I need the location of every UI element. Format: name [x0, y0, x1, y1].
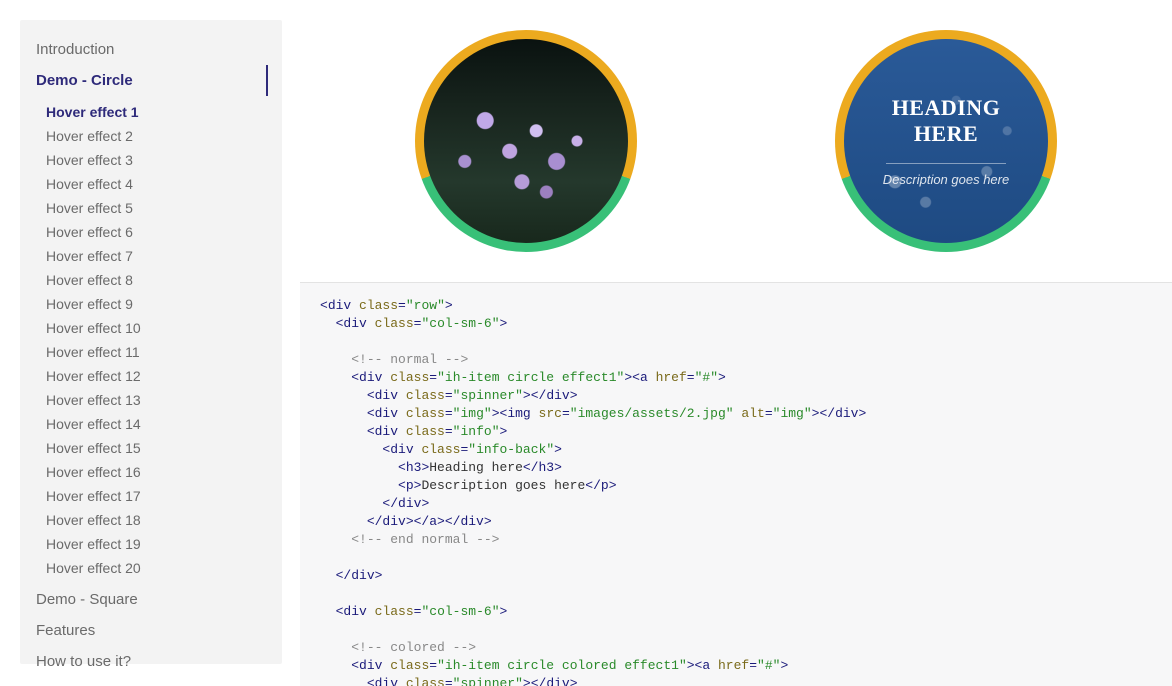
nav-hover-effect-13[interactable]: Hover effect 13 — [46, 388, 266, 412]
nav-hover-effect-17[interactable]: Hover effect 17 — [46, 484, 266, 508]
demo-row: HEADINGHERE Description goes here — [300, 0, 1172, 283]
nav-hover-effect-8[interactable]: Hover effect 8 — [46, 268, 266, 292]
nav-hover-effect-16[interactable]: Hover effect 16 — [46, 460, 266, 484]
nav-hover-effect-2[interactable]: Hover effect 2 — [46, 124, 266, 148]
demo-description: Description goes here — [883, 172, 1009, 187]
demo-circle-colored[interactable]: HEADINGHERE Description goes here — [835, 30, 1057, 252]
nav-hover-effect-6[interactable]: Hover effect 6 — [46, 220, 266, 244]
nav-hover-effect-1[interactable]: Hover effect 1 — [46, 100, 266, 124]
nav-how-to-use[interactable]: How to use it? — [36, 646, 266, 677]
nav-hover-effect-19[interactable]: Hover effect 19 — [46, 532, 266, 556]
nav-hover-effect-18[interactable]: Hover effect 18 — [46, 508, 266, 532]
main-content: HEADINGHERE Description goes here <div c… — [300, 0, 1172, 686]
nav-hover-effect-14[interactable]: Hover effect 14 — [46, 412, 266, 436]
sub-nav: Hover effect 1 Hover effect 2 Hover effe… — [36, 96, 266, 584]
nav-hover-effect-20[interactable]: Hover effect 20 — [46, 556, 266, 580]
nav-demo-square[interactable]: Demo - Square — [36, 584, 266, 615]
nav-hover-effect-12[interactable]: Hover effect 12 — [46, 364, 266, 388]
demo-image — [424, 39, 628, 243]
nav-demo-circle[interactable]: Demo - Circle — [36, 65, 268, 96]
nav-hover-effect-11[interactable]: Hover effect 11 — [46, 340, 266, 364]
nav-features[interactable]: Features — [36, 615, 266, 646]
sidebar: Introduction Demo - Circle Hover effect … — [20, 20, 282, 664]
nav-introduction[interactable]: Introduction — [36, 34, 266, 65]
nav-hover-effect-15[interactable]: Hover effect 15 — [46, 436, 266, 460]
divider — [886, 163, 1006, 164]
code-block: <div class="row"> <div class="col-sm-6">… — [300, 283, 1172, 686]
demo-info-back: HEADINGHERE Description goes here — [844, 39, 1048, 243]
nav-hover-effect-7[interactable]: Hover effect 7 — [46, 244, 266, 268]
nav-hover-effect-10[interactable]: Hover effect 10 — [46, 316, 266, 340]
nav-hover-effect-9[interactable]: Hover effect 9 — [46, 292, 266, 316]
nav-hover-effect-4[interactable]: Hover effect 4 — [46, 172, 266, 196]
nav-hover-effect-3[interactable]: Hover effect 3 — [46, 148, 266, 172]
demo-heading: HEADINGHERE — [892, 95, 1001, 147]
demo-circle-normal[interactable] — [415, 30, 637, 252]
nav-hover-effect-5[interactable]: Hover effect 5 — [46, 196, 266, 220]
